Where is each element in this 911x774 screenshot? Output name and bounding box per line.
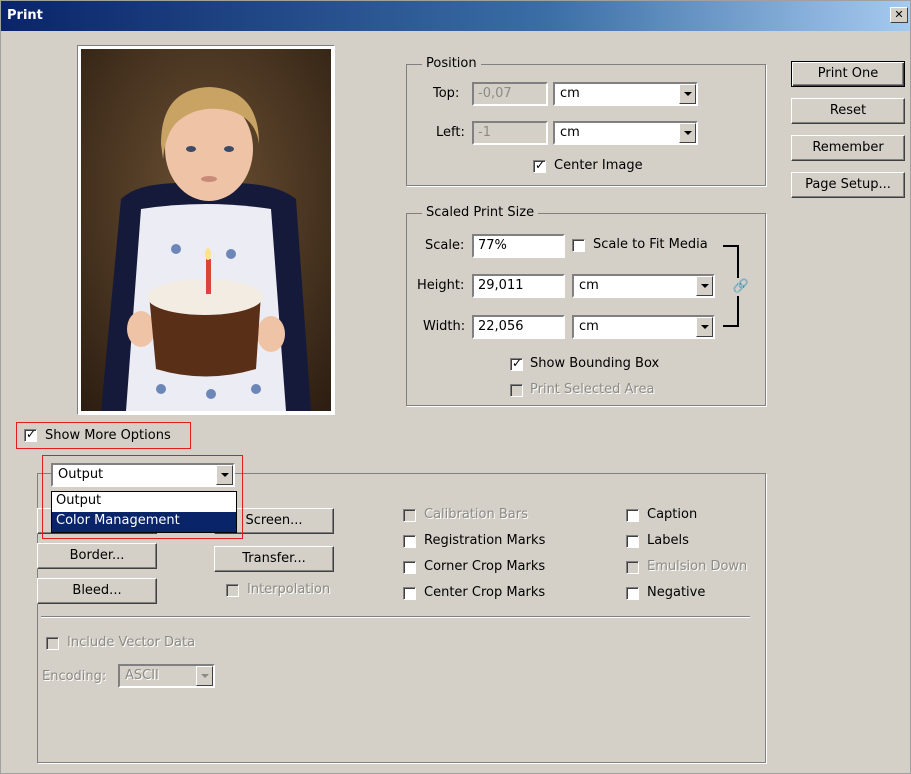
- center-image-checkbox[interactable]: [533, 158, 546, 173]
- center-image-label[interactable]: Center Image: [554, 158, 643, 173]
- chevron-down-icon[interactable]: [679, 123, 696, 143]
- color-management-option[interactable]: Color Management: [52, 512, 236, 532]
- corner-crop-marks-checkbox[interactable]: [403, 561, 416, 574]
- include-vector-data-checkbox[interactable]: [46, 637, 59, 650]
- labels-checkbox[interactable]: [626, 535, 639, 548]
- options-separator: [41, 616, 750, 618]
- image-preview[interactable]: [77, 45, 335, 415]
- chain-link-icon[interactable]: 🔗: [732, 278, 750, 296]
- negative-checkbox[interactable]: [626, 587, 639, 600]
- print-selected-area-checkbox[interactable]: [510, 384, 523, 397]
- print-one-button[interactable]: Print One: [791, 61, 905, 87]
- interpolation-checkbox[interactable]: [226, 584, 239, 597]
- output-options-list[interactable]: Output Color Management: [51, 491, 237, 533]
- include-vector-data-label[interactable]: Include Vector Data: [67, 635, 195, 650]
- height-label: Height:: [417, 278, 465, 293]
- show-bounding-box-label[interactable]: Show Bounding Box: [530, 356, 659, 371]
- reset-button[interactable]: Reset: [791, 98, 905, 124]
- left-unit-value: cm: [560, 125, 580, 140]
- chevron-down-icon[interactable]: [216, 465, 233, 485]
- caption-checkbox[interactable]: [626, 509, 639, 522]
- border-button[interactable]: Border...: [37, 543, 157, 569]
- left-label: Left:: [436, 125, 465, 140]
- emulsion-down-checkbox[interactable]: [626, 561, 639, 574]
- output-select-value: Output: [58, 467, 104, 482]
- top-unit-select[interactable]: cm: [553, 82, 698, 106]
- left-input[interactable]: -1: [472, 121, 548, 145]
- encoding-label: Encoding:: [42, 669, 107, 684]
- show-more-options-checkbox[interactable]: [24, 427, 37, 442]
- registration-marks-checkbox[interactable]: [403, 535, 416, 548]
- width-unit-select[interactable]: cm: [572, 315, 715, 339]
- top-unit-value: cm: [560, 86, 580, 101]
- photo-preview-image: [81, 49, 331, 411]
- height-unit-select[interactable]: cm: [572, 274, 715, 298]
- print-selected-area-label[interactable]: Print Selected Area: [530, 382, 654, 397]
- show-more-options-label[interactable]: Show More Options: [45, 428, 171, 443]
- scale-to-fit-media-checkbox[interactable]: [572, 239, 585, 252]
- close-icon[interactable]: ✕: [890, 7, 908, 23]
- chevron-down-icon[interactable]: [696, 276, 713, 296]
- labels-label[interactable]: Labels: [647, 533, 689, 548]
- emulsion-down-label[interactable]: Emulsion Down: [647, 559, 747, 574]
- encoding-value: ASCII: [125, 668, 159, 683]
- scale-input[interactable]: 77%: [472, 234, 565, 258]
- height-unit-value: cm: [579, 278, 599, 293]
- encoding-select[interactable]: ASCII: [118, 664, 215, 688]
- width-unit-value: cm: [579, 319, 599, 334]
- center-crop-marks-label[interactable]: Center Crop Marks: [424, 585, 545, 600]
- corner-crop-marks-label[interactable]: Corner Crop Marks: [424, 559, 545, 574]
- page-setup-button[interactable]: Page Setup...: [791, 172, 905, 198]
- center-crop-marks-checkbox[interactable]: [403, 587, 416, 600]
- scale-label: Scale:: [425, 238, 465, 253]
- top-input[interactable]: -0,07: [472, 82, 548, 106]
- negative-label[interactable]: Negative: [647, 585, 705, 600]
- calibration-bars-checkbox[interactable]: [403, 509, 416, 522]
- bleed-button[interactable]: Bleed...: [37, 578, 157, 604]
- width-input[interactable]: 22,056: [472, 315, 565, 339]
- show-bounding-box-checkbox[interactable]: [510, 356, 523, 371]
- caption-label[interactable]: Caption: [647, 507, 697, 522]
- calibration-bars-label[interactable]: Calibration Bars: [424, 507, 528, 522]
- window-title: Print: [7, 8, 43, 23]
- output-select[interactable]: Output: [51, 463, 235, 487]
- interpolation-label[interactable]: Interpolation: [247, 582, 330, 597]
- width-label: Width:: [423, 319, 466, 334]
- scale-to-fit-media-label[interactable]: Scale to Fit Media: [593, 237, 708, 252]
- scaled-print-size-legend: Scaled Print Size: [422, 205, 539, 220]
- left-unit-select[interactable]: cm: [553, 121, 698, 145]
- chevron-down-icon[interactable]: [679, 84, 696, 104]
- chevron-down-icon[interactable]: [696, 317, 713, 337]
- output-option[interactable]: Output: [52, 492, 236, 512]
- height-input[interactable]: 29,011: [472, 274, 565, 298]
- title-bar[interactable]: Print ✕: [1, 1, 910, 31]
- chevron-down-icon[interactable]: [196, 666, 213, 686]
- position-legend: Position: [422, 56, 481, 71]
- registration-marks-label[interactable]: Registration Marks: [424, 533, 545, 548]
- remember-button[interactable]: Remember: [791, 135, 905, 161]
- transfer-button[interactable]: Transfer...: [214, 546, 334, 572]
- print-dialog: Print ✕ Position Top: -0,07 cm Left: -1 …: [0, 0, 911, 774]
- top-label: Top:: [433, 86, 460, 101]
